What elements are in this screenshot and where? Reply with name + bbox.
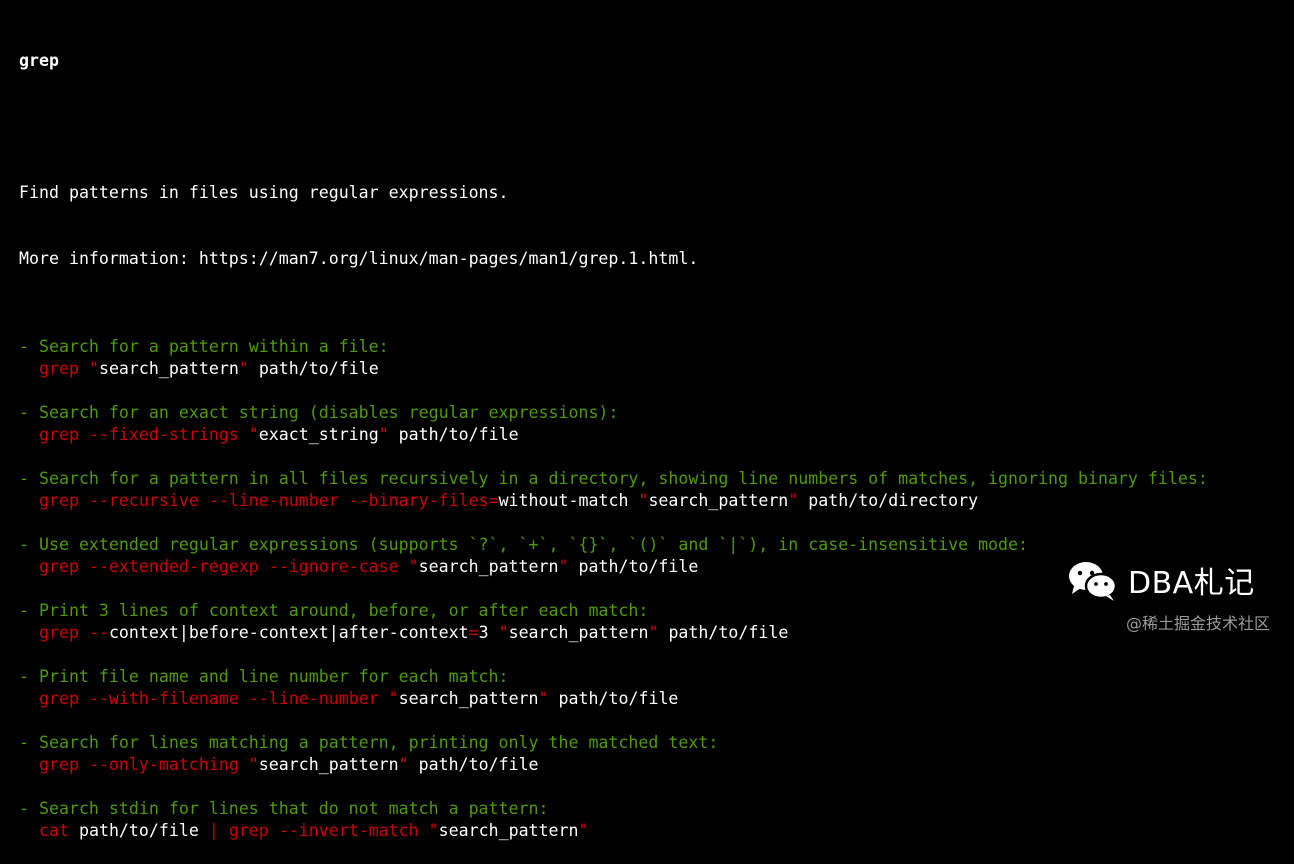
- command-argument: search_pattern: [438, 821, 579, 840]
- command-keyword: grep --extended-regexp --ignore-case: [39, 557, 409, 576]
- command-argument: context|before-context|after-context: [108, 623, 469, 642]
- command-argument: path/to/file: [248, 359, 379, 378]
- watermark-source: @稀土掘金技术社区: [1126, 614, 1271, 633]
- command-argument: search_pattern: [98, 359, 239, 378]
- command-argument: path/to/file: [548, 689, 679, 708]
- example-command: grep --recursive --line-number --binary-…: [19, 490, 1294, 512]
- command-argument: path/to/file: [408, 755, 539, 774]
- example-description: - Print 3 lines of context around, befor…: [19, 601, 649, 620]
- command-argument: path/to/file: [568, 557, 699, 576]
- more-information: More information: https://man7.org/linux…: [19, 249, 699, 268]
- command-keyword: ": [388, 689, 399, 708]
- command-keyword: ": [238, 359, 249, 378]
- example-description: - Search for lines matching a pattern, p…: [19, 733, 719, 752]
- page-title: grep: [19, 51, 59, 70]
- command-keyword: grep --fixed-strings: [39, 425, 249, 444]
- watermark: DBA札记: [1066, 558, 1255, 602]
- command-argument: search_pattern: [398, 689, 539, 708]
- command-keyword: ": [428, 821, 439, 840]
- command-keyword: ": [648, 623, 659, 642]
- terminal-output: grep Find patterns in files using regula…: [19, 6, 1294, 864]
- command-argument: search_pattern: [648, 491, 789, 510]
- watermark-label: DBA札记: [1128, 566, 1255, 601]
- command-keyword: ": [248, 425, 259, 444]
- command-keyword: ": [638, 491, 649, 510]
- command-keyword: ": [398, 755, 409, 774]
- page-description: Find patterns in files using regular exp…: [19, 183, 509, 202]
- example-command: grep --fixed-strings "exact_string" path…: [19, 424, 1294, 446]
- command-argument: search_pattern: [258, 755, 399, 774]
- command-keyword: ": [248, 755, 259, 774]
- example-description: - Use extended regular expressions (supp…: [19, 535, 1029, 554]
- command-argument: search_pattern: [418, 557, 559, 576]
- example-command: grep --context|before-context|after-cont…: [19, 622, 1294, 644]
- command-keyword: grep --only-matching: [39, 755, 249, 774]
- command-argument: search_pattern: [508, 623, 649, 642]
- wechat-icon: [1069, 562, 1118, 601]
- example-command: grep --only-matching "search_pattern" pa…: [19, 754, 1294, 776]
- example-command: grep "search_pattern" path/to/file: [19, 358, 1294, 380]
- command-keyword: grep: [39, 359, 89, 378]
- command-argument: 3: [478, 623, 499, 642]
- command-keyword: =: [468, 623, 479, 642]
- command-argument: exact_string: [258, 425, 379, 444]
- command-keyword: ": [408, 557, 419, 576]
- command-keyword: ": [558, 557, 569, 576]
- command-keyword: cat: [39, 821, 79, 840]
- example-description: - Print file name and line number for ea…: [19, 667, 509, 686]
- example-description: - Search stdin for lines that do not mat…: [19, 799, 549, 818]
- command-keyword: ": [788, 491, 799, 510]
- example-command: grep --with-filename --line-number "sear…: [19, 688, 1294, 710]
- command-keyword: grep --recursive --line-number --binary-…: [39, 491, 499, 510]
- command-keyword: ": [88, 359, 99, 378]
- command-keyword: grep --: [39, 623, 109, 642]
- command-argument: path/to/file: [658, 623, 789, 642]
- command-keyword: ": [578, 821, 589, 840]
- command-argument: without-match: [498, 491, 639, 510]
- command-keyword: ": [498, 623, 509, 642]
- command-keyword: ": [538, 689, 549, 708]
- example-description: - Search for a pattern in all files recu…: [19, 469, 1208, 488]
- command-keyword: | grep --invert-match: [208, 821, 429, 840]
- command-argument: path/to/directory: [798, 491, 979, 510]
- example-command: cat path/to/file | grep --invert-match "…: [19, 820, 1294, 842]
- example-description: - Search for a pattern within a file:: [19, 337, 389, 356]
- command-argument: path/to/file: [388, 425, 519, 444]
- command-argument: path/to/file: [78, 821, 209, 840]
- command-keyword: ": [378, 425, 389, 444]
- example-description: - Search for an exact string (disables r…: [19, 403, 619, 422]
- command-keyword: grep --with-filename --line-number: [39, 689, 389, 708]
